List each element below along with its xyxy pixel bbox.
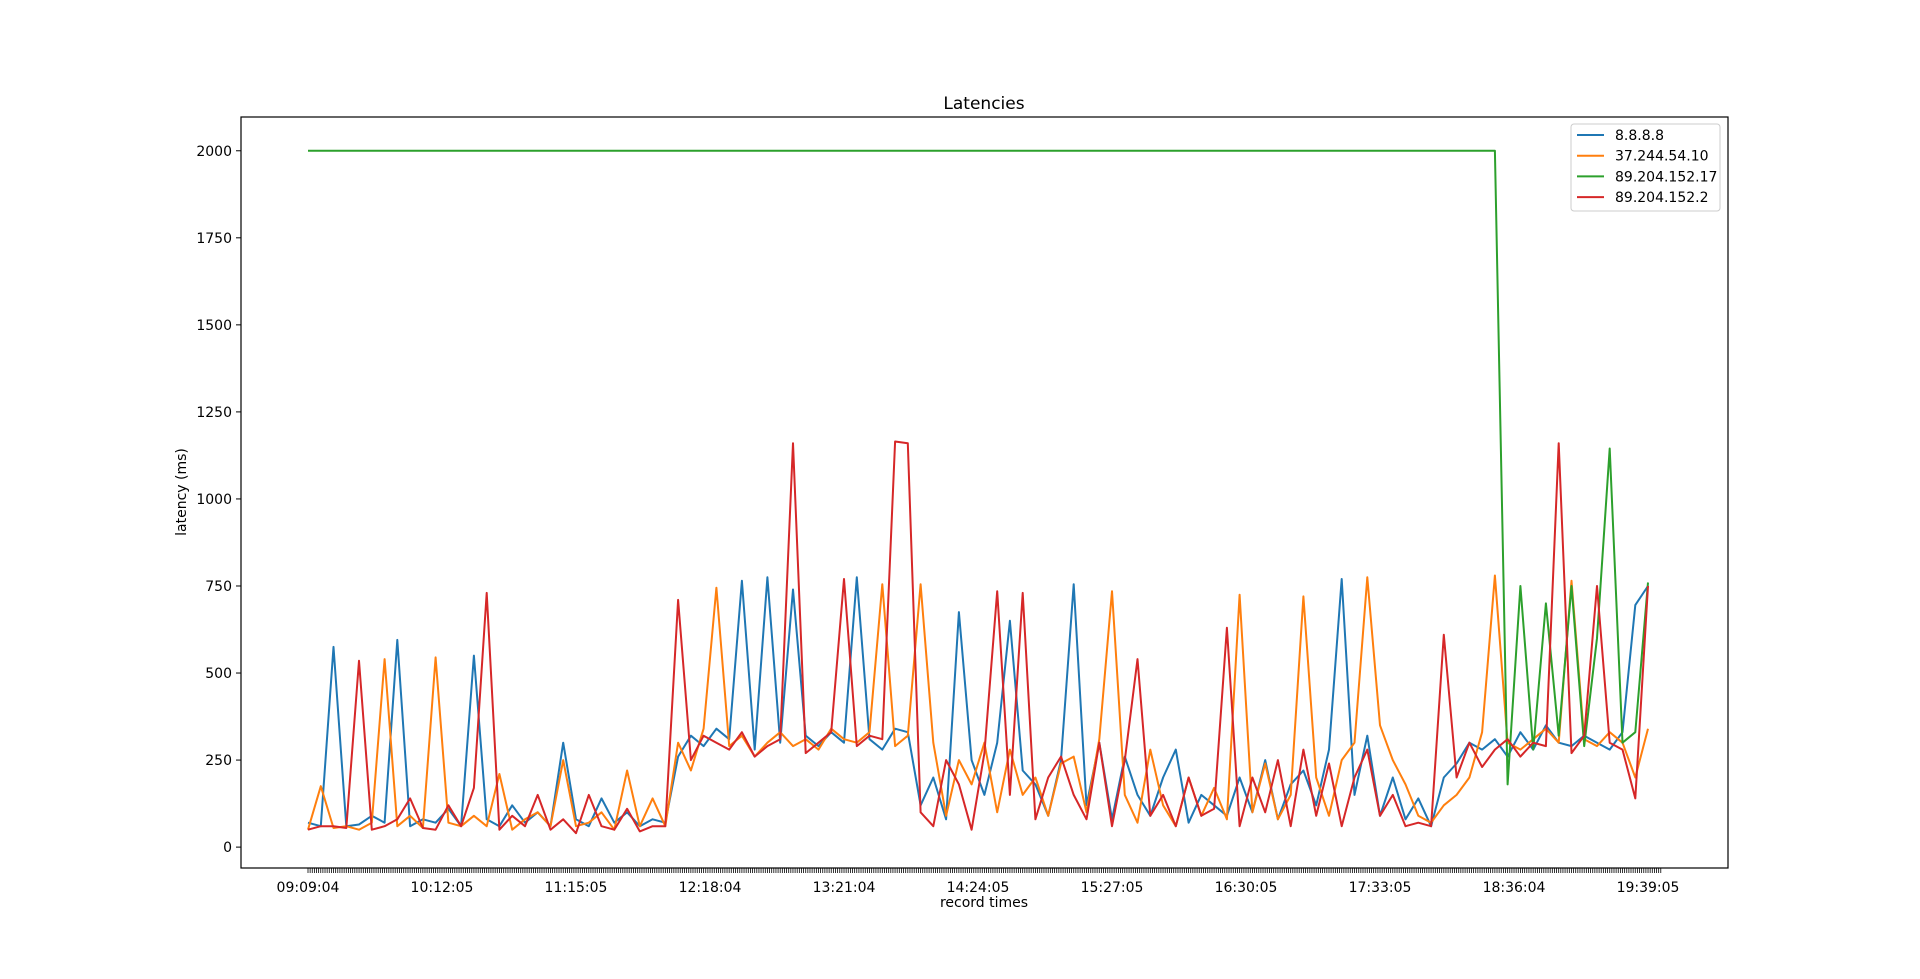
legend-label: 89.204.152.2 xyxy=(1615,190,1709,206)
legend-label: 8.8.8.8 xyxy=(1615,128,1664,144)
x-tick-label: 18:36:04 xyxy=(1483,880,1546,896)
x-tick-label: 11:15:05 xyxy=(545,880,608,896)
y-tick-label: 1500 xyxy=(196,318,232,334)
y-tick-label: 500 xyxy=(205,666,232,682)
series-line-2 xyxy=(308,149,1649,786)
latency-chart: Latencies 09:09:04 10:12:05 11:15:05 12:18:… xyxy=(174,94,1729,911)
y-axis: 0 250 500 750 1000 1250 1500 1750 2000 xyxy=(196,144,241,856)
legend: 8.8.8.8 37.244.54.10 89.204.152.17 89.204.1… xyxy=(1570,123,1721,212)
legend-label: 89.204.152.17 xyxy=(1615,169,1717,185)
x-tick-label: 09:09:04 xyxy=(277,880,340,896)
chart-title: Latencies xyxy=(943,94,1024,114)
x-tick-label: 19:39:05 xyxy=(1617,880,1680,896)
x-tick-label: 15:27:05 xyxy=(1081,880,1144,896)
x-tick-label: 10:12:05 xyxy=(411,880,474,896)
y-tick-label: 0 xyxy=(223,840,232,856)
y-tick-label: 2000 xyxy=(196,144,232,160)
x-tick-label: 17:33:05 xyxy=(1349,880,1412,896)
y-tick-label: 250 xyxy=(205,753,232,769)
y-tick-label: 1250 xyxy=(196,405,232,421)
y-tick-label: 750 xyxy=(205,579,232,595)
x-axis: 09:09:04 10:12:05 11:15:05 12:18:04 13:21:04… xyxy=(277,868,1680,896)
y-tick-label: 1750 xyxy=(196,231,232,247)
x-tick-label: 16:30:05 xyxy=(1215,880,1278,896)
legend-label: 37.244.54.10 xyxy=(1615,149,1709,165)
plot-lines xyxy=(307,149,1649,835)
x-tick-label: 14:24:05 xyxy=(947,880,1010,896)
x-tick-label: 13:21:04 xyxy=(813,880,876,896)
y-tick-label: 1000 xyxy=(196,492,232,508)
x-tick-label: 12:18:04 xyxy=(679,880,742,896)
y-axis-label: latency (ms) xyxy=(174,448,190,536)
x-axis-label: record times xyxy=(940,895,1028,911)
